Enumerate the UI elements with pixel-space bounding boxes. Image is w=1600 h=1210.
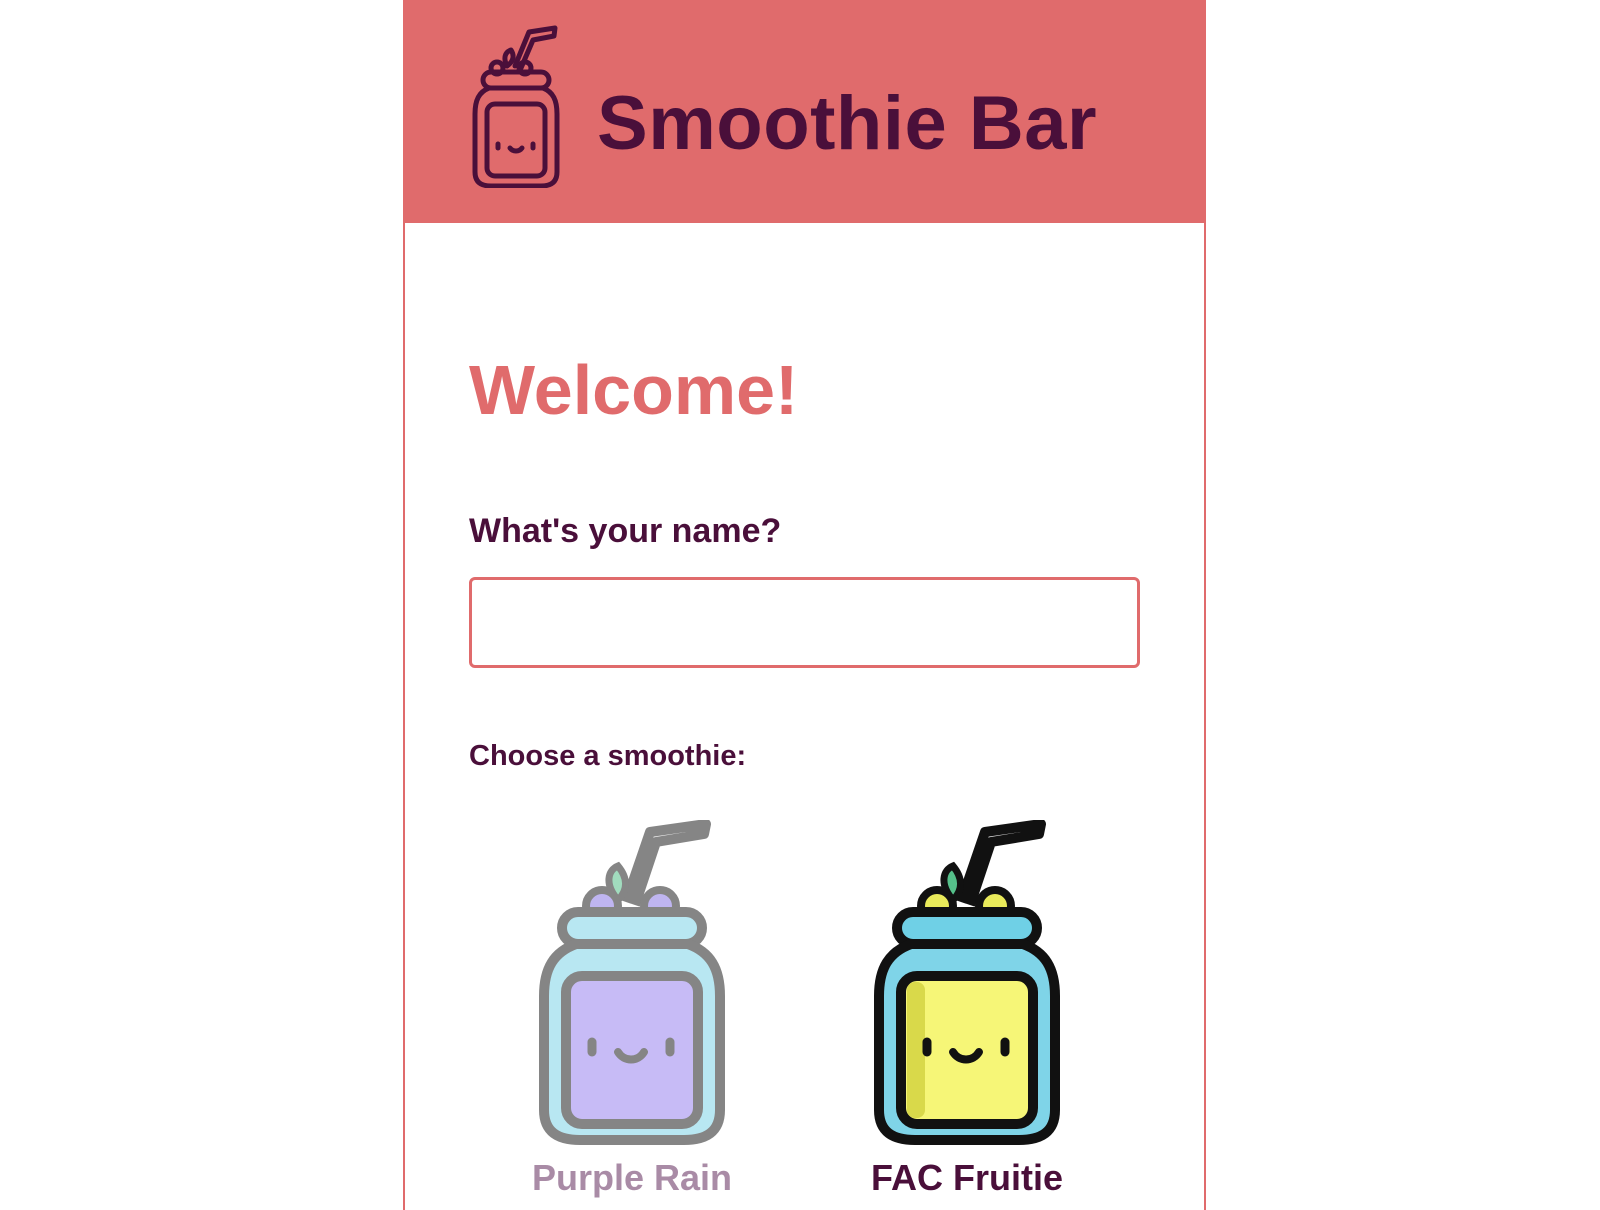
name-label: What's your name? [469, 512, 782, 550]
app-title: Smoothie Bar [597, 81, 1098, 166]
yellow-smoothie-jar-icon [874, 820, 1060, 1145]
smoothie-option-purple-rain[interactable]: Purple Rain [512, 820, 752, 1210]
smoothie-jar-icon [472, 25, 560, 188]
smoothie-option-label: FAC Fruitie [870, 1157, 1063, 1198]
choose-smoothie-label: Choose a smoothie: [469, 740, 747, 772]
purple-smoothie-jar-icon [539, 820, 725, 1145]
name-input[interactable] [469, 577, 1140, 668]
welcome-heading: Welcome! [469, 351, 799, 429]
app-container: Smoothie Bar Welcome! What's your name? … [403, 0, 1206, 1210]
header-bar: Smoothie Bar [405, 0, 1204, 223]
smoothie-option-label: Purple Rain [531, 1157, 733, 1198]
smoothie-option-fac-fruitie[interactable]: FAC Fruitie [847, 820, 1087, 1210]
